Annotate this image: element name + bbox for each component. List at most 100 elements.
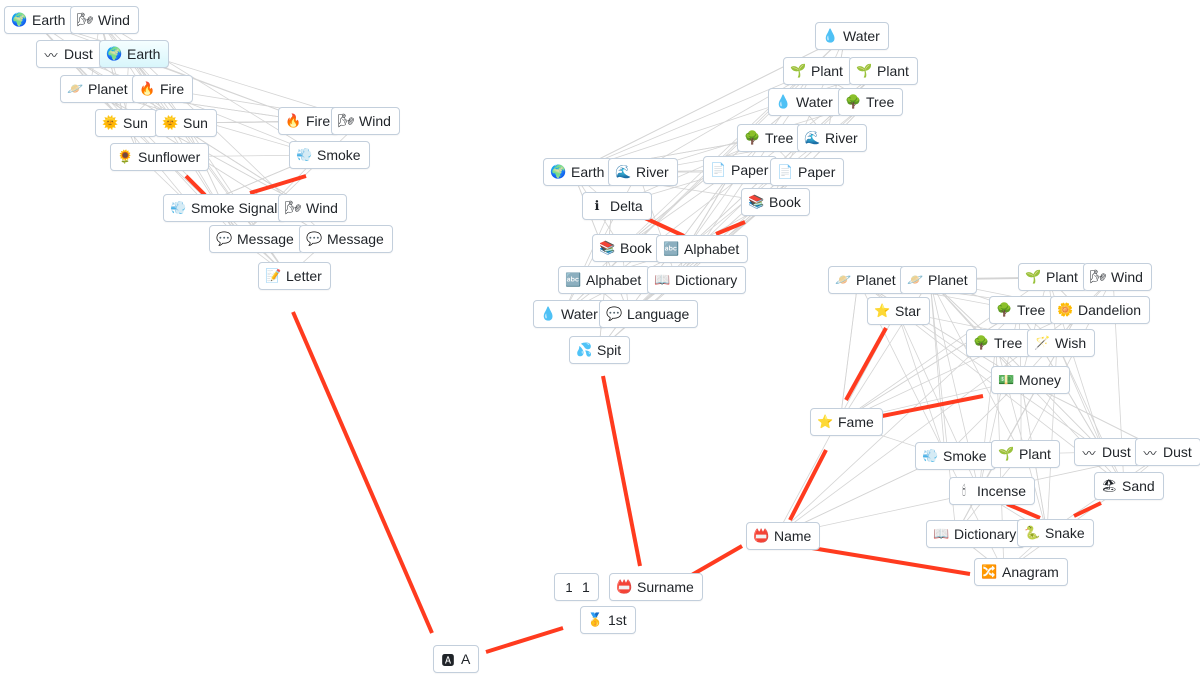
element-node-river[interactable]: 🌊 River [797, 124, 867, 152]
element-label: Dust [64, 46, 93, 62]
element-node-smoke-signal[interactable]: 💨 Smoke Signal [163, 194, 287, 222]
element-label: Sunflower [138, 149, 201, 165]
planet-icon: 🪐 [835, 272, 852, 287]
wish-icon: 🪄 [1034, 335, 1051, 350]
craft-canvas[interactable]: 🌍 Earth 🌬 Wind 〰 Dust 🌍 Earth 🪐 Planet 🔥 Fire 🌞 Sun 🌞 S… [0, 0, 1200, 675]
element-node-anagram[interactable]: 🔀 Anagram [974, 558, 1068, 586]
element-node-delta[interactable]: ℹ Delta [582, 192, 652, 220]
element-label: Letter [286, 268, 322, 284]
anagram-icon: 🔀 [981, 564, 998, 579]
element-node-sand[interactable]: 🏖 Sand [1094, 472, 1164, 500]
element-node-dandelion[interactable]: 🌼 Dandelion [1050, 296, 1151, 324]
element-node-fire[interactable]: 🔥 Fire [132, 75, 194, 103]
element-node-name[interactable]: 📛 Name [746, 522, 821, 550]
element-node-wind[interactable]: 🌬 Wind [70, 6, 139, 34]
element-label: Plant [811, 63, 843, 79]
element-node-a[interactable]: 🅰 A [433, 645, 480, 673]
element-node-plant[interactable]: 🌱 Plant [1018, 263, 1087, 291]
element-node-dust[interactable]: 〰 Dust [1135, 438, 1200, 466]
element-node-letter[interactable]: 📝 Letter [258, 262, 331, 290]
recipe-link [291, 311, 434, 634]
element-node-wish[interactable]: 🪄 Wish [1027, 329, 1096, 357]
element-node-plant[interactable]: 🌱 Plant [783, 57, 852, 85]
element-label: A [461, 651, 471, 667]
element-node-1[interactable]: 11 [554, 573, 599, 601]
element-node-tree[interactable]: 🌳 Tree [838, 88, 904, 116]
element-label: Wind [1111, 269, 1143, 285]
element-node-language[interactable]: 💬 Language [599, 300, 699, 328]
element-label: Snake [1045, 525, 1085, 541]
element-node-message[interactable]: 💬 Message [299, 225, 393, 253]
element-node-message[interactable]: 💬 Message [209, 225, 303, 253]
element-node-tree[interactable]: 🌳 Tree [989, 296, 1055, 324]
name-icon: 📛 [753, 528, 770, 543]
element-node-snake[interactable]: 🐍 Snake [1017, 519, 1094, 547]
element-label: Alphabet [684, 241, 740, 257]
element-node-plant[interactable]: 🌱 Plant [991, 440, 1060, 468]
element-node-fire[interactable]: 🔥 Fire [278, 107, 340, 135]
planet-icon: 🪐 [67, 81, 84, 96]
element-node-smoke[interactable]: 💨 Smoke [289, 141, 370, 169]
element-node-surname[interactable]: 📛 Surname [609, 573, 703, 601]
element-node-planet[interactable]: 🪐 Planet [60, 75, 137, 103]
element-node-1st[interactable]: 🥇 1st [580, 606, 636, 634]
element-label: Message [237, 231, 294, 247]
element-node-smoke[interactable]: 💨 Smoke [915, 442, 996, 470]
element-node-dictionary[interactable]: 📖 Dictionary [926, 520, 1026, 548]
element-node-wind[interactable]: 🌬 Wind [1083, 263, 1152, 291]
element-node-paper[interactable]: 📄 Paper [770, 158, 845, 186]
element-node-dictionary[interactable]: 📖 Dictionary [647, 266, 747, 294]
recipe-link [485, 626, 564, 654]
element-node-incense[interactable]: 🕯 Incense [949, 477, 1036, 505]
money-icon: 💵 [998, 372, 1015, 387]
element-node-sunflower[interactable]: 🌻 Sunflower [110, 143, 210, 171]
element-node-water[interactable]: 💧 Water [815, 22, 889, 50]
element-node-alphabet[interactable]: 🔤 Alphabet [656, 235, 749, 263]
element-node-sun[interactable]: 🌞 Sun [95, 109, 157, 137]
element-node-spit[interactable]: 💦 Spit [569, 336, 631, 364]
element-label: Wish [1055, 335, 1087, 351]
sun-icon: 🌞 [162, 115, 179, 130]
element-node-sun[interactable]: 🌞 Sun [155, 109, 217, 137]
element-label: Paper [798, 164, 836, 180]
element-node-wind[interactable]: 🌬 Wind [278, 194, 347, 222]
element-node-tree[interactable]: 🌳 Tree [737, 124, 803, 152]
plant-icon: 🌱 [1025, 269, 1042, 284]
element-label: 1st [608, 612, 627, 628]
element-node-earth[interactable]: 🌍 Earth [4, 6, 75, 34]
dandelion-icon: 🌼 [1057, 302, 1074, 317]
element-node-paper[interactable]: 📄 Paper [703, 156, 778, 184]
element-label: Tree [866, 94, 895, 110]
link-line [995, 342, 1105, 453]
element-node-book[interactable]: 📚 Book [741, 188, 810, 216]
element-label: Plant [1046, 269, 1078, 285]
element-label: Surname [637, 579, 694, 595]
element-node-water[interactable]: 💧 Water [533, 300, 607, 328]
element-label: Dust [1163, 444, 1192, 460]
element-node-wind[interactable]: 🌬 Wind [331, 107, 400, 135]
element-label: Name [774, 528, 812, 544]
element-node-fame[interactable]: ⭐ Fame [810, 408, 883, 436]
element-node-dust[interactable]: 〰 Dust [36, 40, 102, 68]
element-node-star[interactable]: ⭐ Star [867, 297, 930, 325]
element-node-planet[interactable]: 🪐 Planet [900, 266, 977, 294]
element-node-water[interactable]: 💧 Water [768, 88, 842, 116]
element-node-money[interactable]: 💵 Money [991, 366, 1071, 394]
planet-icon: 🪐 [907, 272, 924, 287]
sunflower-icon: 🌻 [117, 149, 134, 164]
element-node-tree[interactable]: 🌳 Tree [966, 329, 1032, 357]
element-node-dust[interactable]: 〰 Dust [1074, 438, 1140, 466]
fame-icon: ⭐ [817, 414, 834, 429]
element-node-book[interactable]: 📚 Book [592, 234, 661, 262]
element-node-earth[interactable]: 🌍 Earth [543, 158, 614, 186]
element-node-earth[interactable]: 🌍 Earth [99, 40, 170, 68]
element-label: Sun [183, 115, 208, 131]
element-node-planet[interactable]: 🪐 Planet [828, 266, 905, 294]
incense-icon: 🕯 [962, 483, 966, 498]
element-node-river[interactable]: 🌊 River [608, 158, 678, 186]
earth-icon: 🌍 [106, 46, 123, 61]
element-node-alphabet[interactable]: 🔤 Alphabet [558, 266, 651, 294]
dictionary-icon: 📖 [654, 272, 671, 287]
element-label: Money [1019, 372, 1062, 388]
element-node-plant[interactable]: 🌱 Plant [849, 57, 918, 85]
